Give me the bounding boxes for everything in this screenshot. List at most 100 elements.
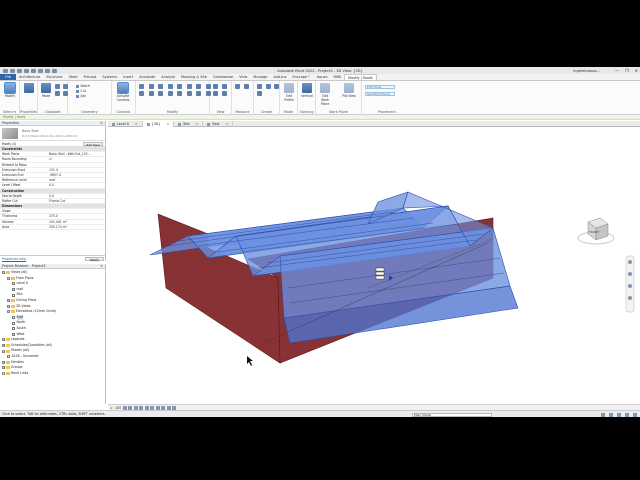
edit-profile-button[interactable]: Edit Profile [282,83,296,102]
close-icon[interactable]: ✕ [100,264,103,269]
minimize-button[interactable]: — [615,68,619,73]
shadows-icon[interactable] [139,405,144,410]
set-work-plane-field[interactable]: Set Work Plane [365,92,395,96]
scale-label[interactable]: 1 : 100 [110,406,121,410]
property-value[interactable]: -9857.4 [47,173,105,177]
tab-manage[interactable]: Manage [250,74,270,80]
expand-toggle-icon[interactable]: + [2,338,5,342]
tab-collaborate[interactable]: Collaborate [210,74,236,80]
expand-toggle-icon[interactable]: − [2,349,5,353]
graphics-icon[interactable] [221,90,227,96]
reveal-hidden-icon[interactable] [172,405,177,410]
view-tab[interactable]: Level 0 × [108,121,143,127]
render-icon[interactable] [144,405,149,410]
align-icon[interactable] [139,84,144,89]
expand-toggle-icon[interactable]: − [7,310,10,314]
property-value[interactable]: 375.0 [47,214,105,218]
join-tool[interactable]: Join [76,94,90,99]
visual-style-icon[interactable] [128,405,133,410]
measure-tool-icon[interactable] [235,84,240,89]
tab-annotate[interactable]: Annotate [136,74,158,80]
pick-new-button[interactable]: Pick New [342,83,356,98]
tab-file[interactable]: File [0,74,16,80]
property-value[interactable]: 101.441 m³ [47,220,105,224]
orbit-icon[interactable] [628,296,632,300]
property-value[interactable]: roof [47,178,105,182]
close-icon[interactable]: × [196,121,199,127]
crop-icon[interactable] [150,405,155,410]
tab-insert[interactable]: Insert [120,74,136,80]
view-tab[interactable]: East × [203,121,234,127]
rotate-icon[interactable] [158,90,163,96]
offset-icon[interactable] [148,84,154,89]
create-similar-icon[interactable] [257,90,262,96]
activate-controls-button[interactable]: Activate Controls [116,82,130,102]
modify-button[interactable]: Modify [3,82,17,98]
property-value[interactable]: 0.0 [47,183,105,187]
temporary-hide-icon[interactable] [166,405,171,410]
copy-icon[interactable] [55,84,60,89]
expand-toggle-icon[interactable]: + [7,304,10,308]
pan-icon[interactable] [628,284,632,288]
tab-structure[interactable]: Structure [43,74,65,80]
maximize-button[interactable]: ❐ [625,68,629,73]
array-icon[interactable] [167,90,173,96]
create-parts-icon[interactable] [265,84,271,89]
override-icon[interactable] [221,84,227,89]
tab-add-ins[interactable]: Add-Ins [270,74,289,80]
3d-viewport[interactable]: FRONT [108,128,640,404]
edit-tools-field[interactable]: Edit Tools [365,85,395,89]
close-icon[interactable]: × [166,121,169,127]
properties-help-link[interactable]: Properties help [2,257,26,261]
copy-tool-icon[interactable] [148,90,154,96]
pin-icon[interactable] [196,84,201,89]
property-value[interactable]: 151.4 [47,168,105,172]
sun-path-icon[interactable] [133,405,138,410]
vertical-opening-button[interactable]: Vertical [300,83,314,98]
browser-node[interactable]: Revit Links [0,371,105,377]
property-value[interactable]: Plumb Cut [47,199,105,203]
split-icon[interactable] [186,84,192,89]
tab-issues[interactable]: Issues [314,74,331,80]
type-selector[interactable]: Basic Roof Roof_Metal-SSS-0.8m-40mm-ZZRm… [0,126,105,141]
view-tab[interactable]: Site × [174,121,204,127]
tab-view[interactable]: View [236,74,250,80]
mirror-draw-icon[interactable] [167,84,173,89]
user-account[interactable]: ingeleiroosss... [573,69,600,73]
tab-architecture[interactable]: Architecture [16,74,43,80]
lock-icon[interactable] [161,405,166,410]
create-assembly-icon[interactable] [257,84,262,89]
tab-massing-site[interactable]: Massing & Site [178,74,210,80]
edit-type-button[interactable]: Edit Type [83,142,103,147]
match-icon[interactable] [55,90,60,96]
view-tab[interactable]: {3D} × [142,121,175,127]
scale-icon[interactable] [177,90,182,96]
viewcube[interactable]: FRONT [577,217,615,245]
zoom-icon[interactable] [628,272,632,276]
filter-icon[interactable] [633,412,637,417]
paste-button[interactable]: Paste [39,83,53,98]
expand-toggle-icon[interactable] [2,371,5,375]
create-group-icon[interactable] [274,84,279,89]
close-icon[interactable]: × [135,121,138,127]
tab-steel[interactable]: Steel [66,74,81,80]
property-value[interactable] [47,209,105,213]
model-canvas[interactable]: FRONT [108,128,640,404]
edit-work-plane-button[interactable]: Edit Work Plane [318,83,332,106]
properties-button[interactable] [22,83,36,94]
navigation-bar[interactable] [625,255,635,313]
cut-icon[interactable] [62,84,68,89]
trim-icon[interactable] [177,84,182,89]
property-value[interactable] [47,163,105,167]
expand-toggle-icon[interactable]: + [2,366,5,370]
show-crop-icon[interactable] [155,405,160,410]
property-value[interactable]: Basic Wall : Wall-Ext_102... [47,152,105,156]
tab-precast[interactable]: Precast [80,74,99,80]
active-model-select[interactable]: Main Model [412,412,492,417]
property-value[interactable]: 0.0 [47,194,105,198]
join-icon[interactable] [62,90,68,96]
worksets-icon[interactable] [601,412,605,417]
tab-enscape[interactable]: Enscape™ [289,74,313,80]
expand-toggle-icon[interactable]: − [2,271,5,275]
tab-modify-roofs[interactable]: Modify | Roofs [344,74,377,80]
